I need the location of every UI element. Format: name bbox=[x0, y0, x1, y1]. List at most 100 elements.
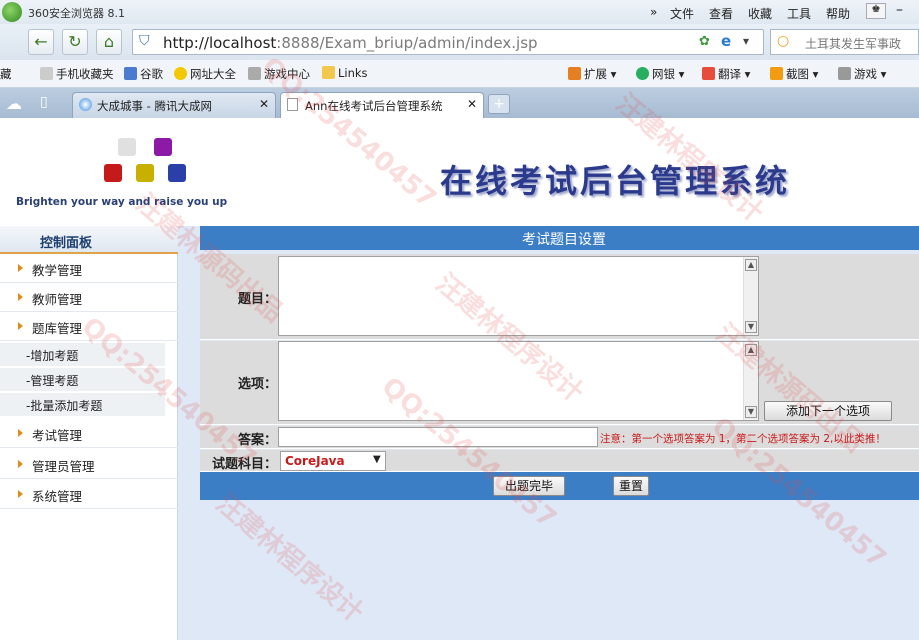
options-row: 选项： ▲ ▼ 添加下一个选项 bbox=[200, 341, 919, 425]
search-input[interactable]: 土耳其发生军事政 bbox=[805, 35, 901, 52]
refresh-button[interactable]: ↻ bbox=[62, 29, 88, 55]
web-page: Brighten your way and raise you up 在线考试后… bbox=[0, 52, 919, 640]
sidebar-item-system[interactable]: 系统管理 bbox=[0, 480, 178, 509]
browser-title: 360安全浏览器 8.1 bbox=[28, 7, 125, 20]
back-button[interactable]: ← bbox=[28, 29, 54, 55]
new-tab-button[interactable]: + bbox=[488, 94, 510, 114]
subject-row: 试题科目： CoreJava ▼ bbox=[200, 450, 919, 472]
mobile-icon[interactable]: ▯ bbox=[40, 94, 48, 110]
favorites-bar: 藏 手机收藏夹 谷歌 网址大全 游戏中心 Links 扩展 ▾ 网银 ▾ 翻译 … bbox=[0, 60, 919, 88]
arrow-icon bbox=[18, 429, 23, 437]
subject-value: CoreJava bbox=[285, 454, 345, 468]
site-directory-icon bbox=[174, 67, 187, 80]
address-dropdown-icon[interactable]: ▾ bbox=[743, 34, 749, 48]
tool-games[interactable]: 游戏 ▾ bbox=[838, 66, 886, 82]
browser-logo-icon bbox=[2, 2, 22, 22]
logo-cube bbox=[118, 138, 136, 156]
tool-extensions[interactable]: 扩展 ▾ bbox=[568, 66, 616, 82]
fav-site-directory[interactable]: 网址大全 bbox=[174, 66, 236, 82]
scissors-icon bbox=[770, 67, 783, 80]
tab-label: 大成城事 - 腾讯大成网 bbox=[97, 99, 212, 113]
fav-mobile[interactable]: 手机收藏夹 bbox=[40, 66, 114, 82]
browser-titlebar: 360安全浏览器 8.1 » 文件 查看 收藏 工具 帮助 ♚ – bbox=[0, 0, 919, 24]
question-textarea[interactable]: ▲ ▼ bbox=[278, 256, 759, 336]
shield-icon: ⛉ bbox=[139, 33, 150, 49]
sidebar-item-teachers[interactable]: 教师管理 bbox=[0, 283, 178, 312]
game-icon bbox=[838, 67, 851, 80]
sidebar-title: 控制面板 bbox=[40, 236, 93, 251]
tab-close-icon[interactable]: ✕ bbox=[259, 97, 269, 111]
page-title: 在线考试后台管理系统 bbox=[440, 162, 791, 200]
tab-close-icon[interactable]: ✕ bbox=[467, 97, 477, 111]
address-bar[interactable]: ⛉ http://localhost:8888/Exam_briup/admin… bbox=[132, 29, 764, 55]
fav-google[interactable]: 谷歌 bbox=[124, 66, 163, 82]
reset-button[interactable]: 重置 bbox=[613, 476, 649, 496]
sidebar-subitem-manage-questions[interactable]: -管理考题 bbox=[0, 368, 165, 392]
scrollbar[interactable]: ▲ ▼ bbox=[743, 257, 758, 335]
scroll-down-icon[interactable]: ▼ bbox=[745, 406, 757, 418]
form-actions-bar: 出题完毕 重置 bbox=[200, 472, 919, 500]
tencent-icon bbox=[79, 98, 92, 111]
menu-view[interactable]: 查看 bbox=[709, 5, 733, 22]
answer-label: 答案： bbox=[237, 433, 277, 448]
scrollbar[interactable]: ▲ ▼ bbox=[743, 342, 758, 420]
answer-input[interactable] bbox=[278, 427, 598, 447]
fav-links[interactable]: Links bbox=[322, 66, 368, 80]
tool-screenshot[interactable]: 截图 ▾ bbox=[770, 66, 818, 82]
question-label: 题目： bbox=[237, 292, 277, 307]
scroll-up-icon[interactable]: ▲ bbox=[745, 259, 757, 271]
sidebar-subitem-batch-add[interactable]: -批量添加考题 bbox=[0, 393, 165, 417]
scroll-up-icon[interactable]: ▲ bbox=[745, 344, 757, 356]
ie-icon[interactable]: e bbox=[721, 32, 731, 50]
tab-exam-admin[interactable]: Ann在线考试后台管理系统 ✕ bbox=[280, 92, 484, 118]
arrow-icon bbox=[18, 264, 23, 272]
menu-tools[interactable]: 工具 bbox=[787, 5, 811, 22]
tool-translate[interactable]: 翻译 ▾ bbox=[702, 66, 750, 82]
logo-cube bbox=[136, 164, 154, 182]
gamepad-icon bbox=[248, 67, 261, 80]
sidebar-item-question-bank[interactable]: 题库管理 bbox=[0, 312, 178, 341]
menu-file[interactable]: 文件 bbox=[670, 5, 694, 22]
tab-tencent[interactable]: 大成城事 - 腾讯大成网 ✕ bbox=[72, 92, 276, 118]
search-engine-icon[interactable]: ○ bbox=[777, 33, 789, 49]
subject-label: 试题科目： bbox=[211, 457, 277, 472]
question-row: 题目： ▲ ▼ bbox=[200, 254, 919, 340]
home-icon: ⌂ bbox=[103, 32, 115, 51]
arrow-icon bbox=[18, 490, 23, 498]
more-menu-icon[interactable]: » bbox=[650, 5, 657, 19]
logo-cube bbox=[168, 164, 186, 182]
submit-button[interactable]: 出题完毕 bbox=[493, 476, 565, 496]
site-slogan: Brighten your way and raise you up bbox=[16, 196, 228, 208]
subject-select[interactable]: CoreJava ▼ bbox=[280, 451, 386, 471]
answer-row: 答案： 注意：第一个选项答案为 1，第二个选项答案为 2,以此类推！ bbox=[200, 426, 919, 449]
minimize-icon[interactable]: – bbox=[896, 2, 903, 18]
home-button[interactable]: ⌂ bbox=[96, 29, 122, 55]
add-option-button[interactable]: 添加下一个选项 bbox=[764, 401, 892, 421]
compat-mode-icon[interactable]: ✿ bbox=[699, 34, 710, 49]
extensions-icon bbox=[568, 67, 581, 80]
search-box[interactable]: ○ 土耳其发生军事政 bbox=[770, 29, 919, 55]
fav-game-center[interactable]: 游戏中心 bbox=[248, 66, 310, 82]
address-url[interactable]: http://localhost:8888/Exam_briup/admin/i… bbox=[163, 34, 538, 52]
skin-icon[interactable]: ♚ bbox=[866, 3, 886, 19]
refresh-icon: ↻ bbox=[68, 32, 82, 51]
folder-icon bbox=[322, 66, 335, 79]
translate-icon bbox=[702, 67, 715, 80]
back-arrow-icon: ← bbox=[34, 32, 48, 51]
sidebar-item-teaching[interactable]: 教学管理 bbox=[0, 254, 178, 283]
menu-favorites[interactable]: 收藏 bbox=[748, 5, 772, 22]
arrow-icon bbox=[18, 293, 23, 301]
arrow-icon bbox=[18, 322, 23, 330]
options-textarea[interactable]: ▲ ▼ bbox=[278, 341, 759, 421]
menu-help[interactable]: 帮助 bbox=[826, 5, 850, 22]
cloud-icon[interactable]: ☁ bbox=[6, 94, 22, 113]
sidebar-item-admins[interactable]: 管理员管理 bbox=[0, 450, 178, 479]
favorites-label[interactable]: 藏 bbox=[0, 66, 12, 82]
sidebar-header: 控制面板 bbox=[0, 226, 178, 254]
sidebar-subitem-add-question[interactable]: -增加考题 bbox=[0, 343, 165, 367]
scroll-down-icon[interactable]: ▼ bbox=[745, 321, 757, 333]
navigation-bar: ← ↻ ⌂ ⛉ http://localhost:8888/Exam_briup… bbox=[0, 24, 919, 60]
sidebar-item-exams[interactable]: 考试管理 bbox=[0, 419, 178, 448]
tool-bank[interactable]: 网银 ▾ bbox=[636, 66, 684, 82]
sidebar: 控制面板 教学管理 教师管理 题库管理 -增加考题 -管理考题 -批量添加考题 … bbox=[0, 226, 178, 640]
